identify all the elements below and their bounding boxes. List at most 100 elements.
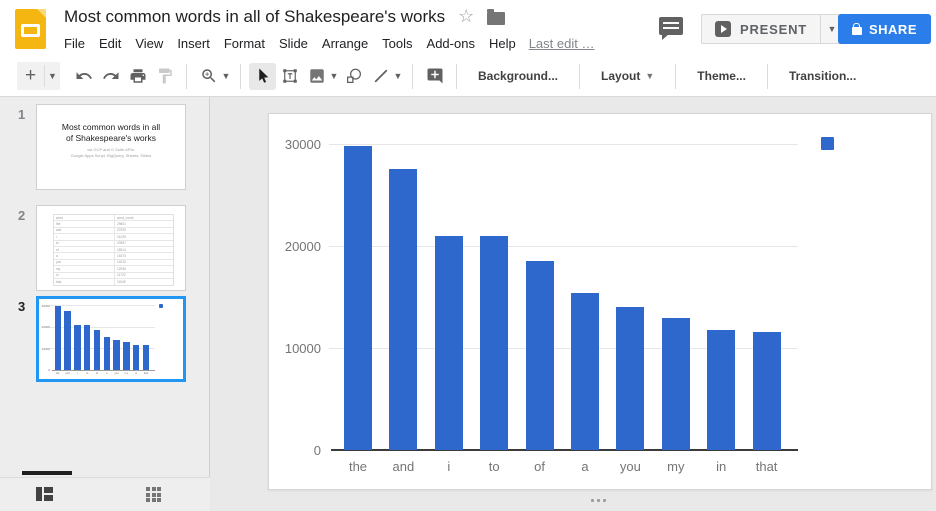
chart-bar-you — [616, 307, 644, 450]
x-axis-category-label: my — [653, 459, 698, 474]
folder-icon[interactable] — [487, 12, 505, 25]
new-slide-dropdown[interactable]: ▼ — [45, 62, 60, 90]
insert-line-button[interactable] — [367, 63, 394, 90]
chart-bar-of — [94, 330, 100, 370]
slide-thumbnail-2[interactable]: wordword_countthe29801and27529i21029to20… — [36, 205, 186, 291]
menu-items: FileEditViewInsertFormatSlideArrangeTool… — [57, 34, 523, 53]
print-button[interactable] — [124, 63, 151, 90]
bar-chart[interactable]: 0100002000030000theanditoofayoumyinthat — [269, 114, 931, 489]
redo-button[interactable] — [97, 63, 124, 90]
chart-gridline — [50, 305, 155, 306]
filmstrip-view-button[interactable] — [36, 487, 53, 501]
chart-bar-in — [707, 330, 735, 450]
x-axis-category-label: to — [472, 459, 517, 474]
header-bar: Most common words in all of Shakespeare'… — [0, 0, 936, 56]
slide-thumbnail-3-selected[interactable]: 0100002000030000theanditoofayoumyinthat — [36, 296, 186, 382]
zoom-icon — [200, 67, 218, 85]
x-axis-category-label: the — [53, 372, 63, 375]
y-axis-tick-label: 10000 — [39, 347, 50, 351]
chart-bar-and — [64, 311, 70, 370]
undo-icon — [75, 67, 93, 85]
x-axis-category-label: a — [102, 372, 112, 375]
x-axis-category-label: to — [82, 372, 92, 375]
logo-inner-rect — [21, 24, 40, 37]
layout-button[interactable]: Layout▼ — [588, 69, 667, 83]
chart-bar-a — [104, 337, 110, 370]
bubble-line — [663, 22, 679, 24]
present-button[interactable]: PRESENT — [702, 15, 820, 43]
last-edit-link[interactable]: Last edit … — [529, 36, 595, 51]
theme-button[interactable]: Theme... — [684, 69, 759, 83]
menu-view[interactable]: View — [128, 34, 170, 53]
comments-button[interactable] — [659, 17, 685, 42]
speaker-notes-handle[interactable] — [591, 499, 606, 502]
toolbar-separator — [186, 64, 187, 89]
x-axis-category-label: the — [335, 459, 380, 474]
menu-insert[interactable]: Insert — [170, 34, 217, 53]
chart-bar-the — [344, 146, 372, 450]
x-axis-category-label: and — [63, 372, 73, 375]
chart-bar-in — [133, 345, 139, 370]
slide-row-1: 1 Most common words in all of Shakespear… — [0, 104, 209, 196]
line-dropdown[interactable]: ▼ — [392, 72, 404, 81]
document-title[interactable]: Most common words in all of Shakespeare'… — [64, 7, 445, 27]
background-button[interactable]: Background... — [465, 69, 571, 83]
y-axis-tick-label: 0 — [269, 443, 321, 458]
add-comment-button[interactable] — [421, 63, 448, 90]
toolbar-text-buttons: Background... Layout▼ Theme... Transition..… — [465, 64, 869, 89]
insert-shape-button[interactable] — [340, 63, 367, 90]
table-cell: 11549 — [114, 279, 173, 285]
current-slide[interactable]: 0100002000030000theanditoofayoumyinthat — [268, 113, 932, 490]
menu-slide[interactable]: Slide — [272, 34, 315, 53]
menu-help[interactable]: Help — [482, 34, 523, 53]
grid-view-button[interactable] — [146, 487, 162, 503]
table-cell: to — [54, 241, 114, 245]
slide-thumbnail-1[interactable]: Most common words in all of Shakespeare'… — [36, 104, 186, 190]
chart-bar-of — [526, 261, 554, 450]
menu-tools[interactable]: Tools — [375, 34, 419, 53]
star-icon[interactable]: ☆ — [458, 7, 474, 25]
select-tool-button[interactable] — [249, 63, 276, 90]
menu-format[interactable]: Format — [217, 34, 272, 53]
toolbar-separator — [675, 64, 676, 89]
share-button[interactable]: SHARE — [838, 14, 931, 44]
zoom-dropdown[interactable]: ▼ — [220, 72, 232, 81]
slide-number: 2 — [18, 208, 25, 223]
image-dropdown[interactable]: ▼ — [328, 72, 340, 81]
text-box-button[interactable] — [276, 63, 303, 90]
chart-bar-that — [753, 332, 781, 450]
filmstrip-scroll-indicator[interactable] — [22, 471, 72, 475]
legend-marker — [821, 137, 834, 150]
slide-row-2: 2 wordword_countthe29801and27529i21029to… — [0, 205, 209, 297]
menu-arrange[interactable]: Arrange — [315, 34, 375, 53]
slide-row-3: 3 0100002000030000theanditoofayoumyintha… — [0, 296, 209, 388]
line-icon — [372, 67, 390, 85]
menu-edit[interactable]: Edit — [92, 34, 128, 53]
table-cell: 20957 — [114, 241, 173, 246]
table-cell: 27529 — [114, 228, 173, 233]
table-cell: 12936 — [114, 266, 173, 271]
menu-file[interactable]: File — [57, 34, 92, 53]
menu-addons[interactable]: Add-ons — [420, 34, 482, 53]
x-axis-category-label: a — [562, 459, 607, 474]
paint-format-button[interactable] — [151, 63, 178, 90]
x-axis-category-label: you — [608, 459, 653, 474]
slides-logo-icon[interactable] — [15, 9, 46, 49]
insert-image-button[interactable] — [303, 63, 330, 90]
play-icon — [715, 21, 731, 37]
y-axis-tick-label: 20000 — [39, 325, 50, 329]
x-axis-category-label: in — [131, 372, 141, 375]
print-icon — [129, 67, 147, 85]
zoom-button[interactable] — [195, 63, 222, 90]
table-cell: 14010 — [114, 260, 173, 265]
new-slide-button[interactable]: + — [17, 62, 44, 90]
add-comment-icon — [426, 67, 444, 85]
transition-button[interactable]: Transition... — [776, 69, 869, 83]
x-axis-category-label: my — [122, 372, 132, 375]
y-axis-tick-label: 10000 — [269, 341, 321, 356]
toolbar: + ▼ ▼ — [0, 56, 936, 97]
x-axis-category-label: i — [73, 372, 83, 375]
y-axis-tick-label: 30000 — [269, 137, 321, 152]
undo-button[interactable] — [70, 63, 97, 90]
x-axis-category-label: in — [699, 459, 744, 474]
